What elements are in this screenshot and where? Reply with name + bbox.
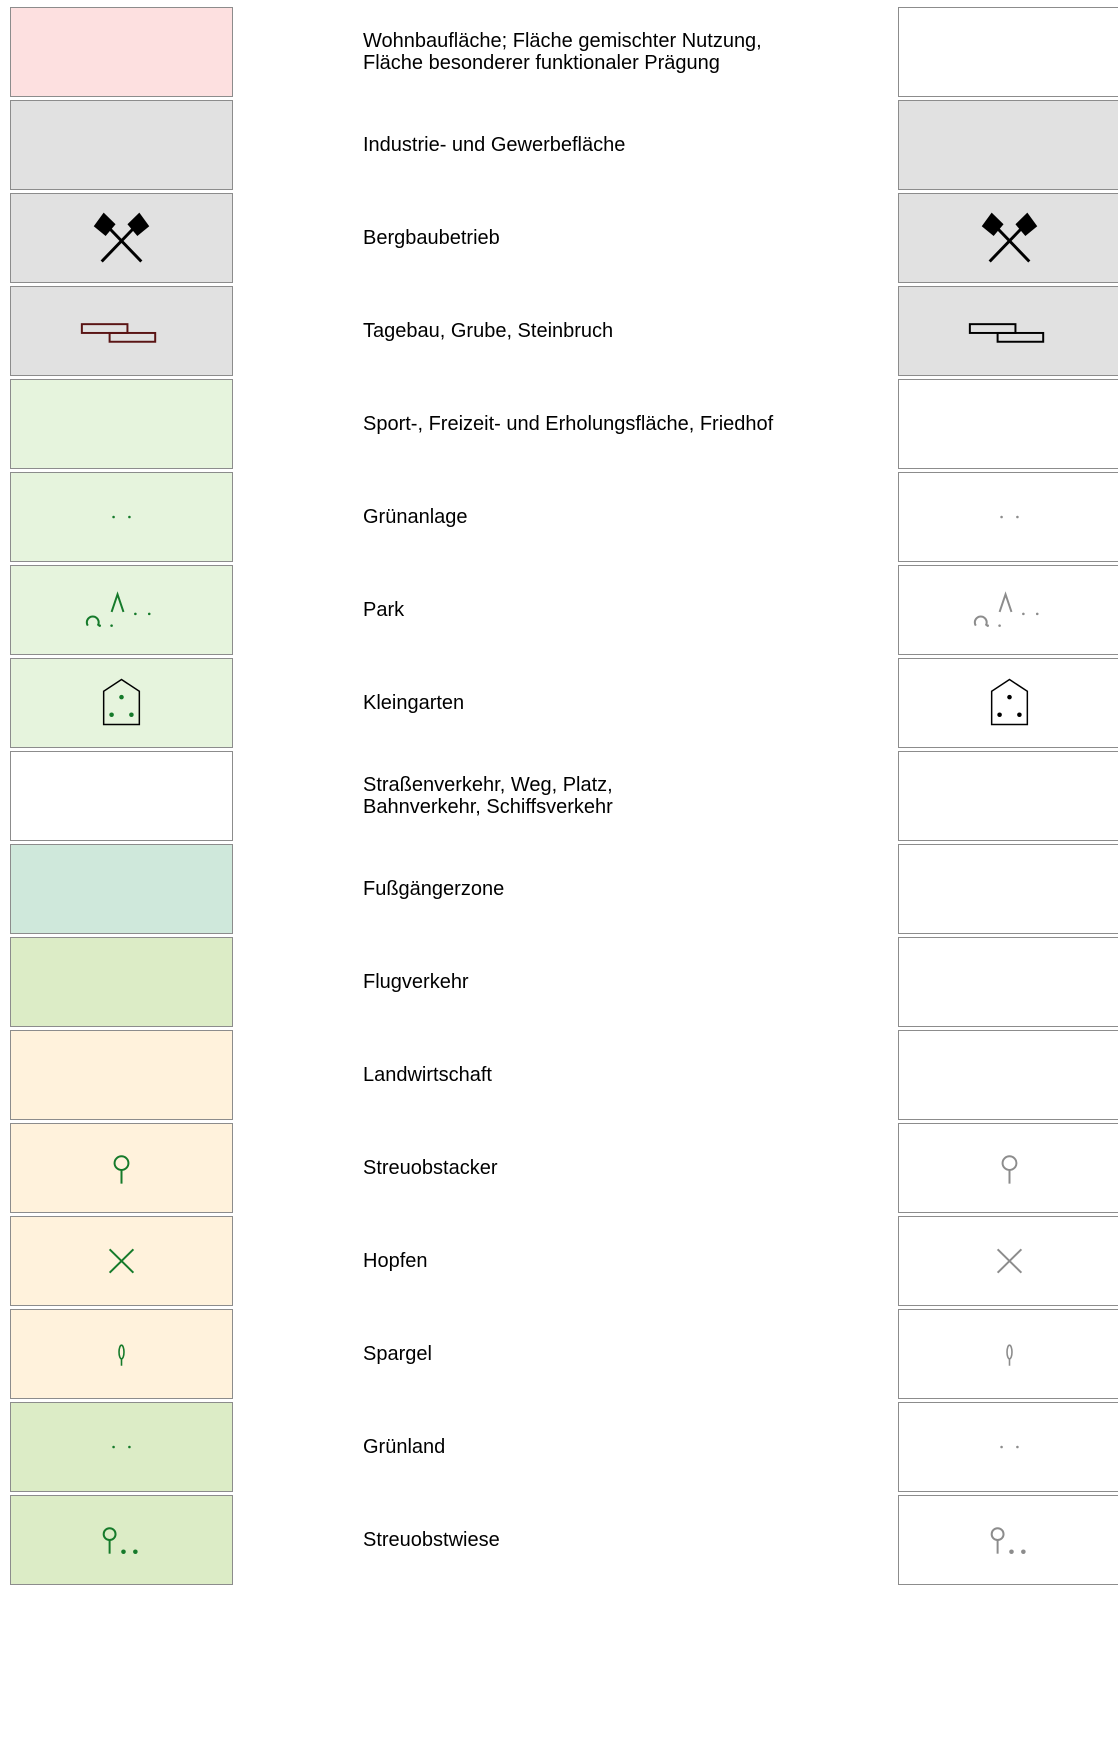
color-swatch [10,1495,233,1585]
asparagus-icon [118,1344,125,1366]
park-icon [85,591,151,627]
legend-row: Streuobstwiese [0,1495,1118,1588]
orchard-tree-icon [1001,1155,1018,1184]
legend-label: Streuobstwiese [363,1529,500,1551]
legend-row: Fußgängerzone [0,844,1118,937]
asparagus-icon [1006,1344,1013,1366]
orchard-meadow-icon [990,1527,1026,1554]
legend-row: Grünanlage [0,472,1118,565]
monochrome-swatch [898,379,1118,469]
monochrome-swatch [898,1309,1118,1399]
monochrome-swatch [898,472,1118,562]
legend-row: Kleingarten [0,658,1118,751]
monochrome-swatch [898,658,1118,748]
color-swatch [10,100,233,190]
legend-label: Flugverkehr [363,971,469,993]
legend-row: Bergbaubetrieb [0,193,1118,286]
legend-label: Park [363,599,405,621]
monochrome-swatch [898,565,1118,655]
legend-label: Landwirtschaft [363,1064,492,1086]
color-swatch [10,379,233,469]
legend-label: Straßenverkehr, Weg, Platz, Bahnverkehr,… [363,774,613,818]
mining-icon [981,212,1038,263]
legend-row: Streuobstacker [0,1123,1118,1216]
legend-row: Flugverkehr [0,937,1118,1030]
allotment-icon [990,678,1029,726]
monochrome-swatch [898,1123,1118,1213]
legend-row: Industrie- und Gewerbefläche [0,100,1118,193]
monochrome-swatch [898,844,1118,934]
monochrome-swatch [898,7,1118,97]
color-swatch [10,1030,233,1120]
color-swatch [10,472,233,562]
color-swatch [10,937,233,1027]
legend-row: Tagebau, Grube, Steinbruch [0,286,1118,379]
legend-row: Park [0,565,1118,658]
legend-row: Sport-, Freizeit- und Erholungsfläche, F… [0,379,1118,472]
legend-label: Grünanlage [363,506,468,528]
legend-row: Straßenverkehr, Weg, Platz, Bahnverkehr,… [0,751,1118,844]
legend-row: Landwirtschaft [0,1030,1118,1123]
quarry-icon [80,323,157,343]
legend-label: Fußgängerzone [363,878,505,900]
monochrome-swatch [898,1402,1118,1492]
color-swatch [10,1216,233,1306]
monochrome-swatch [898,286,1118,376]
monochrome-swatch [898,937,1118,1027]
orchard-meadow-icon [102,1527,138,1554]
legend-label: Tagebau, Grube, Steinbruch [363,320,614,342]
legend-row: Wohnbaufläche; Fläche gemischter Nutzung… [0,7,1118,100]
legend-label: Grünland [363,1436,446,1458]
legend-label: Streuobstacker [363,1157,498,1179]
color-swatch [10,1402,233,1492]
dots-icon [112,1445,131,1449]
color-swatch [10,565,233,655]
hops-cross-icon [996,1248,1023,1274]
dots-icon [1000,515,1019,519]
allotment-icon [102,678,141,726]
color-swatch [10,751,233,841]
legend-row: Hopfen [0,1216,1118,1309]
mining-icon [93,212,150,263]
legend-row: Grünland [0,1402,1118,1495]
dots-icon [112,515,131,519]
monochrome-swatch [898,751,1118,841]
legend-label: Kleingarten [363,692,465,714]
color-swatch [10,1123,233,1213]
color-swatch [10,844,233,934]
legend-label: Wohnbaufläche; Fläche gemischter Nutzung… [363,30,762,74]
monochrome-swatch [898,1030,1118,1120]
legend-label: Bergbaubetrieb [363,227,500,249]
legend-row: Spargel [0,1309,1118,1402]
monochrome-swatch [898,193,1118,283]
legend-label: Hopfen [363,1250,428,1272]
monochrome-swatch [898,1216,1118,1306]
legend-label: Spargel [363,1343,432,1365]
monochrome-swatch [898,1495,1118,1585]
quarry-icon [968,323,1045,343]
legend-label: Industrie- und Gewerbefläche [363,134,626,156]
legend-label: Sport-, Freizeit- und Erholungsfläche, F… [363,413,774,435]
hops-cross-icon [108,1248,135,1274]
color-swatch [10,658,233,748]
color-swatch [10,286,233,376]
orchard-tree-icon [113,1155,130,1184]
color-swatch [10,1309,233,1399]
color-swatch [10,7,233,97]
park-icon [973,591,1039,627]
dots-icon [1000,1445,1019,1449]
color-swatch [10,193,233,283]
monochrome-swatch [898,100,1118,190]
